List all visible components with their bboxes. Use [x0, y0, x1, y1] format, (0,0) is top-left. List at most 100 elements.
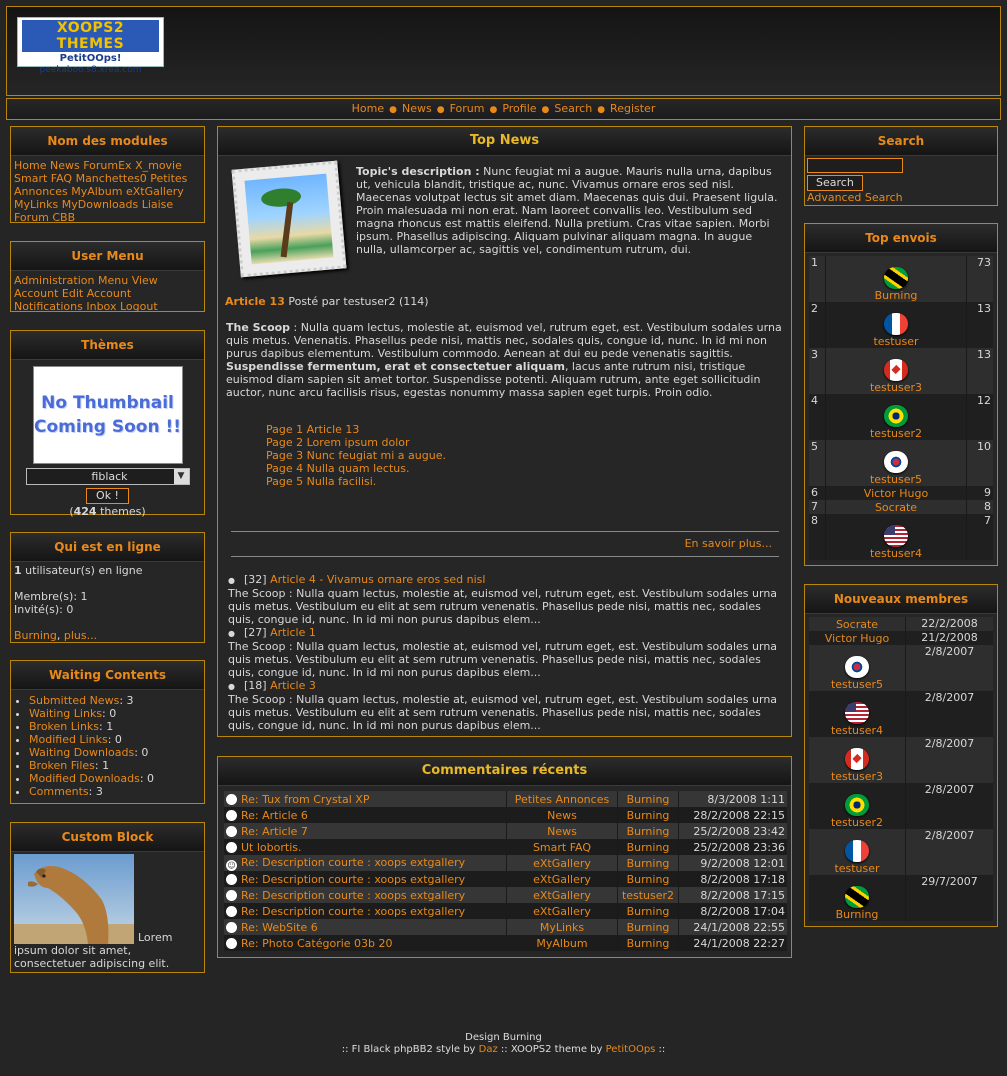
site-logo[interactable]: XOOPS2 THEMES PetitOOps! peekaboo.s8.xre…	[17, 17, 164, 75]
comment-module-link[interactable]: eXtGallery	[506, 887, 618, 903]
comment-title-link[interactable]: Re: Article 7	[241, 825, 308, 838]
online-user-link[interactable]: Burning	[14, 629, 57, 642]
comment-module-link[interactable]: MyLinks	[506, 919, 618, 935]
comment-user-link[interactable]: Burning	[617, 823, 679, 839]
read-more-link[interactable]: En savoir plus...	[231, 537, 772, 550]
user-menu-link[interactable]: Edit Account	[62, 287, 131, 300]
theme-select[interactable]: fiblack ▼	[25, 468, 190, 485]
waiting-item-link[interactable]: Waiting Links	[29, 707, 102, 720]
article-page-link[interactable]: Page 1 Article 13	[266, 423, 446, 436]
module-link[interactable]: News	[50, 159, 80, 172]
chevron-down-icon[interactable]: ▼	[173, 469, 189, 484]
footer-author-daz[interactable]: Daz	[479, 1044, 498, 1055]
topic-image[interactable]	[231, 160, 347, 278]
waiting-item-link[interactable]: Submitted News	[29, 694, 119, 707]
module-link[interactable]: Smart FAQ	[14, 172, 72, 185]
module-link[interactable]: Home	[14, 159, 46, 172]
user-menu-link[interactable]: Inbox	[86, 300, 116, 313]
comment-title-link[interactable]: Re: Description courte : xoops extgaller…	[241, 873, 465, 886]
comment-title-link[interactable]: Re: Description courte : xoops extgaller…	[241, 856, 465, 869]
poster-name-link[interactable]: Burning	[828, 289, 964, 302]
nav-news[interactable]: News	[402, 102, 432, 115]
member-name-link[interactable]: Burning	[811, 908, 903, 921]
module-link[interactable]: MyLinks	[14, 198, 58, 211]
comment-module-link[interactable]: MyAlbum	[506, 935, 618, 951]
nav-search[interactable]: Search	[554, 102, 592, 115]
comment-title-link[interactable]: Re: Description courte : xoops extgaller…	[241, 905, 465, 918]
module-link[interactable]: MyAlbum	[71, 185, 122, 198]
article-page-link[interactable]: Page 2 Lorem ipsum dolor	[266, 436, 446, 449]
user-menu-link[interactable]: Administration Menu	[14, 274, 128, 287]
module-link[interactable]: Manchettes0	[76, 172, 147, 185]
user-menu-link[interactable]: Logout	[120, 300, 158, 313]
poster-name-link[interactable]: testuser	[828, 335, 964, 348]
article-title-link[interactable]: Article 13	[225, 295, 285, 308]
comment-title-link[interactable]: Re: WebSite 6	[241, 921, 318, 934]
waiting-item-link[interactable]: Broken Files	[29, 759, 95, 772]
comment-module-link[interactable]: eXtGallery	[506, 903, 618, 919]
comment-title-link[interactable]: Re: Article 6	[241, 809, 308, 822]
advanced-search-link[interactable]: Advanced Search	[807, 191, 995, 204]
poster-name-link[interactable]: Socrate	[828, 501, 964, 514]
news-item-link[interactable]: Article 4 - Vivamus ornare eros sed nisl	[270, 573, 485, 586]
module-link[interactable]: ForumEx	[83, 159, 131, 172]
comment-module-link[interactable]: eXtGallery	[506, 855, 618, 871]
member-name-link[interactable]: testuser2	[811, 816, 903, 829]
article-page-link[interactable]: Page 4 Nulla quam lectus.	[266, 462, 446, 475]
poster-name-link[interactable]: testuser4	[828, 547, 964, 560]
nav-forum[interactable]: Forum	[450, 102, 485, 115]
comment-title-link[interactable]: Re: Description courte : xoops extgaller…	[241, 889, 465, 902]
waiting-item-link[interactable]: Modified Links	[29, 733, 108, 746]
article-page-link[interactable]: Page 5 Nulla facilisi.	[266, 475, 446, 488]
comment-user-link[interactable]: Burning	[617, 871, 679, 887]
comment-user-link[interactable]: Burning	[617, 807, 679, 823]
waiting-item-link[interactable]: Waiting Downloads	[29, 746, 134, 759]
poster-name-link[interactable]: Victor Hugo	[828, 487, 964, 500]
member-name-link[interactable]: testuser3	[811, 770, 903, 783]
poster-name-link[interactable]: testuser3	[828, 381, 964, 394]
member-name-link[interactable]: testuser	[811, 862, 903, 875]
member-name-link[interactable]: testuser4	[811, 724, 903, 737]
comment-title-link[interactable]: Re: Photo Catégorie 03b 20	[241, 937, 393, 950]
module-link[interactable]: Forum CBB	[14, 211, 75, 224]
comment-user-link[interactable]: Burning	[617, 919, 679, 935]
news-item-link[interactable]: Article 3	[270, 679, 316, 692]
comment-module-link[interactable]: eXtGallery	[506, 871, 618, 887]
theme-ok-button[interactable]: Ok !	[86, 488, 129, 504]
waiting-item-link[interactable]: Broken Links	[29, 720, 99, 733]
comment-user-link[interactable]: Burning	[617, 855, 679, 871]
member-name-link[interactable]: Socrate	[811, 618, 903, 631]
comment-module-link[interactable]: Smart FAQ	[506, 839, 618, 855]
comment-user-link[interactable]: Burning	[617, 791, 679, 807]
member-name-link[interactable]: testuser5	[811, 678, 903, 691]
footer-author-petitoops[interactable]: PetitOOps	[606, 1044, 656, 1055]
comment-module-link[interactable]: Petites Annonces	[506, 791, 618, 807]
comment-title-link[interactable]: Ut lobortis.	[241, 841, 301, 854]
article-page-link[interactable]: Page 3 Nunc feugiat mi a augue.	[266, 449, 446, 462]
comment-module-link[interactable]: News	[506, 823, 618, 839]
news-item-link[interactable]: Article 1	[270, 626, 316, 639]
poster-name-link[interactable]: testuser5	[828, 473, 964, 486]
poster-count: 10	[977, 440, 991, 453]
user-menu-link[interactable]: Notifications	[14, 300, 83, 313]
poster-name-link[interactable]: testuser2	[828, 427, 964, 440]
nav-profile[interactable]: Profile	[502, 102, 536, 115]
comment-user-link[interactable]: Burning	[617, 935, 679, 951]
comment-user-link[interactable]: testuser2	[617, 887, 679, 903]
waiting-item-link[interactable]: Comments	[29, 785, 89, 798]
online-more-link[interactable]: plus...	[64, 629, 97, 642]
member-name-link[interactable]: Victor Hugo	[811, 632, 903, 645]
search-button[interactable]: Search	[807, 175, 863, 191]
module-link[interactable]: Liaise	[142, 198, 173, 211]
comment-user-link[interactable]: Burning	[617, 903, 679, 919]
waiting-item-link[interactable]: Modified Downloads	[29, 772, 140, 785]
comment-user-link[interactable]: Burning	[617, 839, 679, 855]
comment-title-link[interactable]: Re: Tux from Crystal XP	[241, 793, 369, 806]
module-link[interactable]: MyDownloads	[62, 198, 138, 211]
nav-home[interactable]: Home	[352, 102, 384, 115]
nav-register[interactable]: Register	[610, 102, 655, 115]
module-link[interactable]: eXtGallery	[126, 185, 184, 198]
module-link[interactable]: X_movie	[135, 159, 182, 172]
search-input[interactable]	[807, 158, 903, 173]
comment-module-link[interactable]: News	[506, 807, 618, 823]
